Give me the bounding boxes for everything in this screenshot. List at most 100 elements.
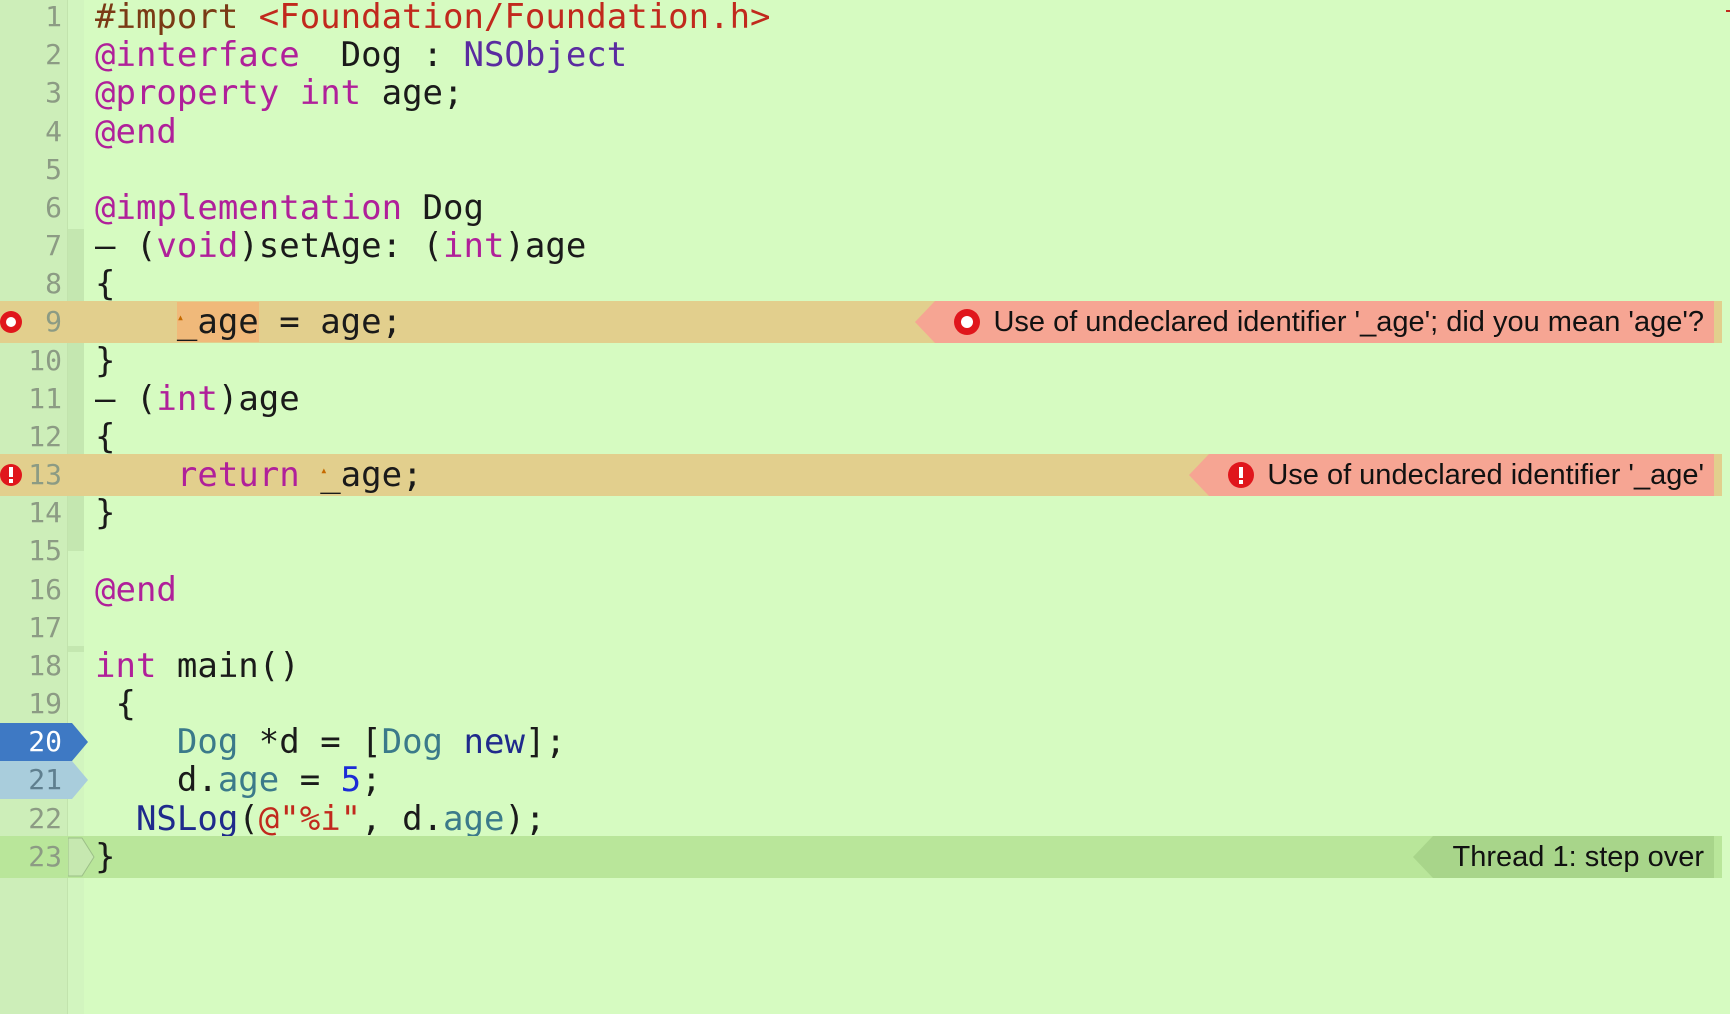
error-banner[interactable]: Use of undeclared identifier '_age' [1189, 454, 1714, 497]
thread-marker-chevron[interactable] [68, 836, 96, 878]
code-line[interactable]: 17 [0, 607, 1722, 649]
code-line[interactable]: 16 @end [0, 569, 1722, 611]
line-number[interactable]: 8 [0, 263, 62, 305]
code-token: @implementation [95, 187, 403, 228]
code-line[interactable]: 12 { [0, 416, 1722, 458]
code-token: age; [361, 73, 464, 114]
line-number[interactable]: 7 [0, 225, 62, 267]
code-line[interactable]: 4 @end [0, 111, 1722, 153]
line-number[interactable]: 19 [0, 683, 62, 725]
code-line[interactable]: 1 #import <Foundation/Foundation.h> [0, 0, 1722, 38]
code-line[interactable]: 13 return _age ▴; Use of undeclared identi… [0, 454, 1722, 497]
code-line[interactable]: 8{ [0, 263, 1722, 305]
thread-status-banner[interactable]: Thread 1: step over [1412, 835, 1714, 878]
code-token: } [95, 836, 116, 877]
code-text[interactable]: @end [95, 111, 177, 153]
code-line[interactable]: 2 @interface Dog : NSObject [0, 34, 1722, 76]
code-text[interactable]: #import <Foundation/Foundation.h> [95, 0, 771, 38]
code-line[interactable]: 11 – (int)age [0, 378, 1722, 420]
code-line[interactable]: 14} [0, 492, 1722, 534]
line-number[interactable]: 20 [0, 721, 62, 763]
code-text[interactable]: { [95, 683, 135, 725]
code-token: return [176, 455, 300, 496]
code-token: main() [156, 645, 300, 686]
line-number[interactable]: 11 [0, 378, 62, 420]
code-text[interactable]: { [95, 416, 115, 458]
code-text[interactable]: @end [95, 569, 177, 611]
code-text[interactable]: Dog *d = [Dog new]; [95, 721, 566, 763]
line-number[interactable]: 12 [0, 416, 62, 458]
gutter-error-icon[interactable] [0, 462, 24, 488]
code-text[interactable]: } [95, 340, 115, 382]
code-text[interactable]: } [95, 492, 115, 534]
fixit-error-banner[interactable]: Use of undeclared identifier '_age'; did… [915, 301, 1714, 344]
code-token: new [463, 722, 525, 763]
error-message: Use of undeclared identifier '_age'; did… [993, 306, 1704, 339]
line-number[interactable]: 23 [0, 836, 62, 878]
code-token: d. [95, 760, 218, 801]
code-text[interactable]: @interface Dog : NSObject [95, 34, 627, 76]
code-token: ); [504, 798, 546, 839]
code-line[interactable]: 6 @implementation Dog [0, 187, 1722, 229]
code-token: )setAge: ( [238, 226, 444, 267]
line-number[interactable]: 17 [0, 607, 62, 649]
code-token: void [156, 226, 239, 267]
code-token: ( [238, 798, 259, 839]
code-token: = age; [258, 302, 403, 343]
gutter-fixit-error-icon[interactable] [0, 309, 24, 335]
code-line[interactable]: 23} Thread 1: step over [0, 835, 1722, 878]
code-text[interactable]: return _age ▴; [95, 454, 423, 496]
code-line[interactable]: 5 [0, 149, 1722, 191]
code-line[interactable]: 21 d.age = 5; [0, 759, 1722, 801]
thread-status-text: Thread 1: step over [1452, 840, 1704, 873]
line-number[interactable]: 5 [0, 149, 62, 191]
code-token: ]; [524, 722, 566, 763]
line-number[interactable]: 21 [0, 759, 62, 801]
code-line[interactable]: 3 @property int age; [0, 72, 1722, 114]
code-token: } [95, 493, 116, 534]
undeclared-identifier[interactable]: _age ▴ [320, 455, 402, 495]
code-token: @end [95, 569, 177, 610]
overview-error-marker[interactable] [1726, 10, 1730, 12]
code-token: ; [361, 760, 382, 801]
code-text[interactable]: d.age = 5; [95, 759, 382, 801]
code-line[interactable]: 19 { [0, 683, 1722, 725]
code-token: , d. [361, 798, 444, 839]
code-token: { [95, 416, 116, 457]
code-text[interactable]: { [95, 263, 115, 305]
error-icon [1228, 462, 1255, 489]
code-text[interactable]: – (int)age [95, 378, 300, 420]
code-line[interactable]: 20 Dog *d = [Dog new]; [0, 721, 1722, 763]
code-text[interactable]: } [95, 836, 115, 878]
line-number[interactable]: 14 [0, 492, 62, 534]
code-line[interactable]: 18 int main() [0, 645, 1722, 687]
code-text[interactable]: int main() [95, 645, 300, 687]
code-token: int [443, 226, 505, 267]
code-line[interactable]: 7 – (void)setAge: (int)age [0, 225, 1722, 267]
code-text[interactable]: _age ▴ = age; [95, 301, 402, 343]
line-number[interactable]: 18 [0, 645, 62, 687]
undeclared-identifier[interactable]: _age ▴ [176, 302, 259, 343]
line-number[interactable]: 22 [0, 798, 62, 840]
code-text[interactable]: @implementation Dog [95, 187, 484, 229]
code-line[interactable]: 15 [0, 530, 1722, 572]
line-number[interactable]: 16 [0, 569, 62, 611]
line-number[interactable]: 2 [0, 34, 62, 76]
code-line[interactable]: 10} [0, 340, 1722, 382]
code-text[interactable]: – (void)setAge: (int)age [95, 225, 586, 267]
code-text[interactable]: @property int age; [95, 72, 464, 114]
code-text[interactable]: NSLog(@"%i", d.age); [95, 798, 545, 840]
error-caret-icon: ▴ [176, 310, 185, 325]
line-number[interactable]: 4 [0, 111, 62, 153]
code-line[interactable]: 9 _age ▴ = age; Use of undeclared identifi… [0, 301, 1722, 344]
line-number[interactable]: 3 [0, 72, 62, 114]
code-line[interactable]: 22 NSLog(@"%i", d.age); [0, 798, 1722, 840]
line-number[interactable]: 6 [0, 187, 62, 229]
line-number[interactable]: 15 [0, 530, 62, 572]
line-number[interactable]: 10 [0, 340, 62, 382]
source-editor[interactable]: 1 #import <Foundation/Foundation.h> 2 @inte… [0, 0, 1730, 1014]
line-number[interactable]: 1 [0, 0, 62, 38]
